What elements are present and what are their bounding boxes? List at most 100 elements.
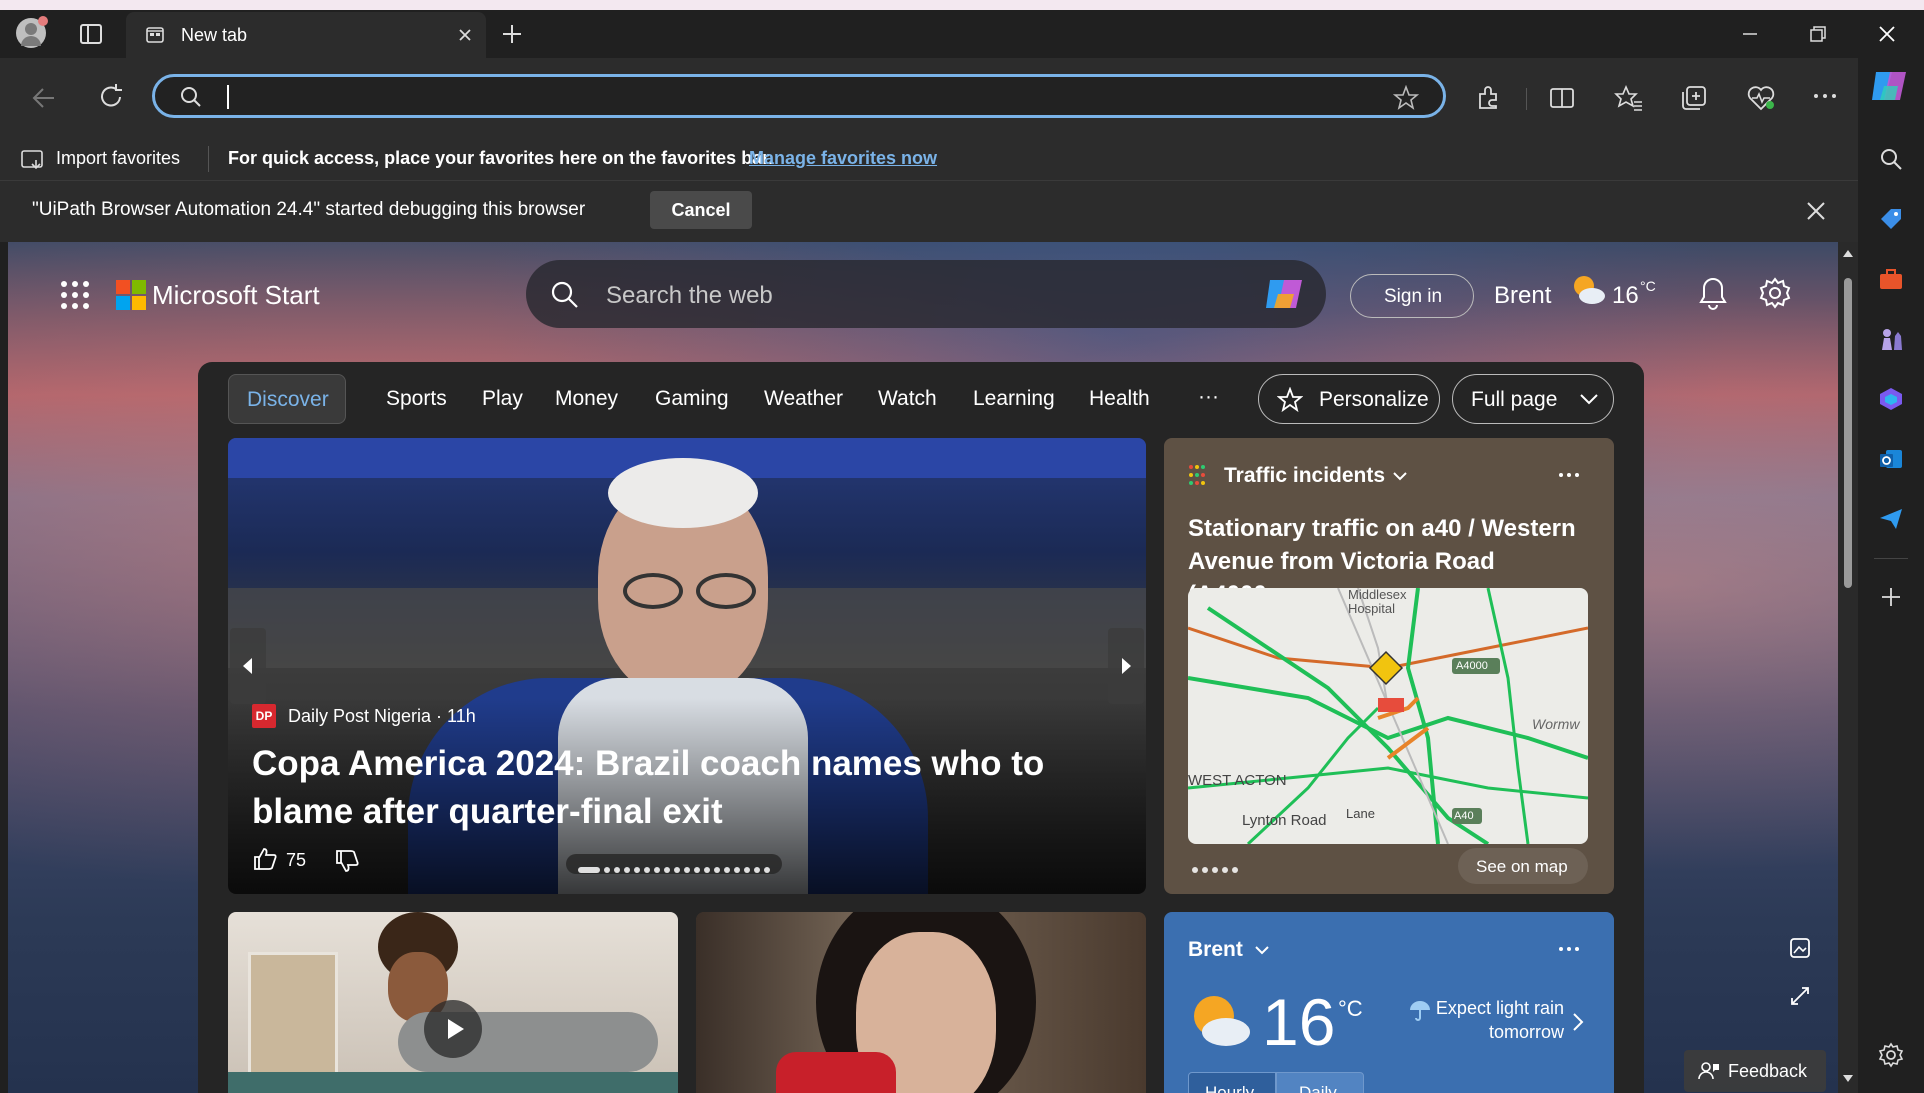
tab-weather[interactable]: Weather [764, 387, 843, 411]
traffic-title[interactable]: Traffic incidents [1224, 464, 1385, 488]
tab-sports[interactable]: Sports [386, 387, 447, 411]
more-options-icon[interactable] [1558, 472, 1580, 478]
tab-watch[interactable]: Watch [878, 387, 937, 411]
expand-icon[interactable] [1788, 984, 1812, 1008]
minimize-icon[interactable] [1740, 24, 1760, 44]
carousel-prev-button[interactable] [230, 628, 266, 704]
layout-label: Full page [1471, 388, 1558, 411]
see-on-map-button[interactable]: See on map [1458, 848, 1588, 884]
tab-learning[interactable]: Learning [973, 387, 1055, 411]
cancel-debugging-button[interactable]: Cancel [650, 191, 752, 229]
story-card-portrait[interactable] [696, 912, 1146, 1093]
extensions-icon[interactable] [1474, 84, 1502, 112]
weather-card[interactable]: Brent 16 °C Expect light rain tomorrow H… [1164, 912, 1614, 1093]
close-infobar-icon[interactable] [1804, 199, 1828, 223]
back-icon[interactable] [30, 84, 58, 112]
outlook-icon[interactable] [1878, 446, 1904, 472]
favorite-star-icon[interactable] [1393, 85, 1419, 111]
manage-favorites-link[interactable]: Manage favorites now [749, 148, 937, 169]
sign-in-button[interactable]: Sign in [1350, 274, 1474, 318]
browser-window: New tab Import favorites For quick acces… [0, 10, 1924, 1093]
profile-avatar[interactable] [16, 16, 48, 48]
address-bar[interactable] [152, 74, 1446, 118]
map-roads [1188, 588, 1588, 844]
address-input[interactable] [225, 83, 1325, 111]
more-tabs-button[interactable]: ··· [1198, 385, 1219, 409]
more-options-icon[interactable] [1558, 946, 1580, 952]
traffic-card[interactable]: Traffic incidents Stationary traffic on … [1164, 438, 1614, 894]
more-menu-icon[interactable] [1812, 92, 1838, 100]
scrollbar-thumb[interactable] [1844, 278, 1852, 588]
weather-tab-daily[interactable]: Daily [1276, 1072, 1364, 1093]
copilot-icon[interactable] [1262, 274, 1306, 314]
collections-icon[interactable] [1680, 84, 1708, 112]
header-temperature[interactable]: 16 [1612, 282, 1639, 310]
thumbs-down-icon[interactable] [334, 848, 360, 874]
split-screen-icon[interactable] [1548, 84, 1576, 112]
favbar-divider [208, 146, 209, 172]
shopping-tag-icon[interactable] [1878, 206, 1904, 232]
sidebar-search-icon[interactable] [1878, 146, 1904, 172]
scroll-down-icon[interactable] [1842, 1074, 1854, 1084]
copilot-icon[interactable] [1870, 68, 1910, 104]
new-tab-page: Microsoft Start Search the web Sign in B… [8, 242, 1838, 1093]
hero-story-card[interactable]: DP Daily Post Nigeria · 11h Copa America… [228, 438, 1146, 894]
tools-briefcase-icon[interactable] [1878, 266, 1904, 292]
map-label: Lane [1346, 806, 1375, 821]
workspaces-icon[interactable] [80, 24, 102, 44]
thumbs-up-icon[interactable] [252, 846, 278, 872]
header-location[interactable]: Brent [1494, 282, 1551, 310]
browser-essentials-icon[interactable] [1746, 84, 1776, 112]
games-chess-icon[interactable] [1878, 326, 1904, 352]
feedback-icon [1698, 1062, 1719, 1080]
traffic-pager[interactable] [1190, 860, 1240, 878]
settings-gear-icon[interactable] [1758, 276, 1792, 310]
personalize-label: Personalize [1319, 388, 1429, 411]
story-headline[interactable]: Copa America 2024: Brazil coach names wh… [252, 740, 1052, 836]
favorites-icon[interactable] [1614, 84, 1644, 112]
brand-title[interactable]: Microsoft Start [152, 280, 320, 311]
page-scrollbar[interactable] [1838, 242, 1858, 1093]
personalize-button[interactable]: Personalize [1258, 374, 1440, 424]
tab-gaming[interactable]: Gaming [655, 387, 729, 411]
microsoft-365-icon[interactable] [1878, 386, 1904, 412]
close-window-icon[interactable] [1876, 23, 1898, 45]
carousel-next-button[interactable] [1108, 628, 1144, 704]
weather-tab-daily-label: Daily [1299, 1083, 1337, 1093]
notifications-bell-icon[interactable] [1698, 276, 1728, 310]
background-info-icon[interactable] [1788, 936, 1812, 960]
tab-discover[interactable]: Discover [228, 374, 346, 424]
close-tab-icon[interactable] [454, 24, 476, 46]
weather-location[interactable]: Brent [1188, 938, 1243, 962]
tab-new-tab[interactable]: New tab [126, 12, 486, 58]
feedback-button[interactable]: Feedback [1684, 1050, 1826, 1092]
app-launcher-icon[interactable] [60, 280, 90, 310]
traffic-map[interactable]: Middlesex Hospital A4000 Wormw WEST ACTO… [1188, 588, 1588, 844]
layout-dropdown[interactable]: Full page [1452, 374, 1614, 424]
tab-money[interactable]: Money [555, 387, 618, 411]
restore-icon[interactable] [1808, 24, 1828, 44]
chevron-down-icon[interactable] [1254, 944, 1270, 956]
carousel-indicators[interactable] [566, 854, 782, 874]
story-card-video[interactable] [228, 912, 678, 1093]
header-temp-unit: °C [1640, 278, 1656, 294]
new-tab-icon[interactable] [500, 22, 524, 46]
tab-health[interactable]: Health [1089, 387, 1150, 411]
weather-forecast[interactable]: Expect light rain tomorrow [1434, 996, 1564, 1044]
search-placeholder: Search the web [606, 282, 773, 309]
weather-tab-hourly[interactable]: Hourly [1188, 1072, 1276, 1093]
traffic-light-icon [1189, 465, 1205, 485]
tab-play[interactable]: Play [482, 387, 523, 411]
sidebar-divider [1874, 558, 1908, 559]
add-sidebar-app-icon[interactable] [1880, 586, 1902, 608]
chevron-right-icon[interactable] [1572, 1012, 1584, 1032]
play-video-button[interactable] [424, 1000, 482, 1058]
import-favorites-button[interactable]: Import favorites [56, 148, 180, 169]
send-icon[interactable] [1878, 506, 1904, 532]
refresh-icon[interactable] [96, 82, 126, 112]
chevron-down-icon[interactable] [1392, 470, 1408, 482]
scroll-up-icon[interactable] [1842, 248, 1854, 258]
story-source[interactable]: Daily Post Nigeria · 11h [288, 706, 476, 727]
sidebar-settings-icon[interactable] [1878, 1042, 1904, 1068]
web-search-box[interactable]: Search the web [526, 260, 1326, 328]
